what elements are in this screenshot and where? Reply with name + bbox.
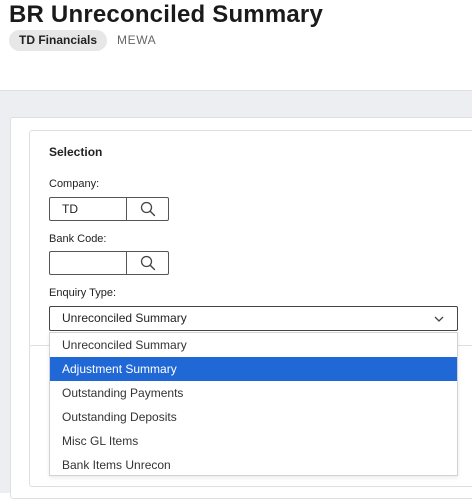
enquiry-type-value: Unreconciled Summary	[62, 311, 187, 325]
option-outstanding-payments[interactable]: Outstanding Payments	[50, 381, 457, 405]
option-outstanding-deposits[interactable]: Outstanding Deposits	[50, 405, 457, 429]
page-title: BR Unreconciled Summary	[9, 1, 324, 28]
page-header: BR Unreconciled Summary TD Financials ME…	[0, 0, 472, 90]
option-bank-items-unrecon[interactable]: Bank Items Unrecon	[50, 453, 457, 477]
bank-code-lookup-button[interactable]	[126, 252, 169, 274]
section-title: Selection	[49, 145, 103, 159]
enquiry-type-select[interactable]: Unreconciled Summary	[49, 306, 458, 331]
user-code: MEWA	[117, 33, 157, 47]
company-label: Company:	[49, 178, 100, 190]
company-lookup	[49, 197, 169, 221]
option-adjustment-summary[interactable]: Adjustment Summary	[50, 357, 457, 381]
search-icon	[140, 201, 156, 217]
bank-code-label: Bank Code:	[49, 233, 107, 245]
enquiry-type-dropdown: Unreconciled Summary Adjustment Summary …	[49, 332, 458, 476]
chevron-down-icon	[434, 316, 444, 322]
option-misc-gl-items[interactable]: Misc GL Items	[50, 429, 457, 453]
bank-code-input[interactable]	[50, 252, 138, 274]
search-icon	[140, 255, 156, 271]
company-lookup-button[interactable]	[126, 198, 169, 220]
company-input[interactable]	[50, 198, 138, 220]
option-unreconciled-summary[interactable]: Unreconciled Summary	[50, 333, 457, 357]
company-chip[interactable]: TD Financials	[9, 30, 108, 51]
enquiry-type-label: Enquiry Type:	[49, 287, 117, 299]
bank-code-lookup	[49, 251, 169, 275]
